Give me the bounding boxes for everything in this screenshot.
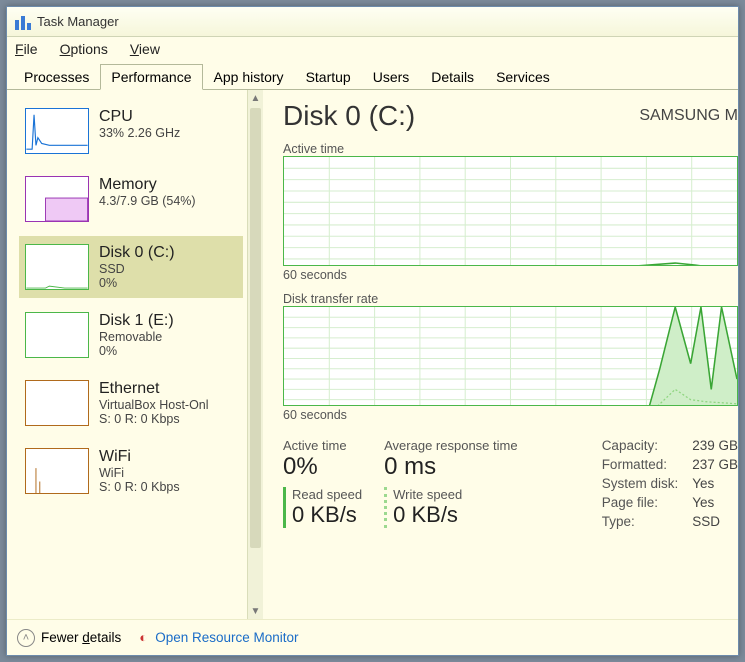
sidebar-scrollbar[interactable]: ▲ ▼ — [247, 90, 263, 619]
sidebar-item-stat: 4.3/7.9 GB (54%) — [99, 194, 196, 208]
app-window: Task Manager File Options View Processes… — [6, 6, 739, 656]
tab-performance[interactable]: Performance — [100, 64, 202, 90]
read-speed-value: 0 KB/s — [292, 502, 362, 528]
sidebar-item-stat: VirtualBox Host-Onl — [99, 398, 209, 412]
sidebar-item-label: CPU — [99, 108, 180, 126]
sidebar-item-stat2: 0% — [99, 276, 175, 290]
sidebar-item-label: Disk 0 (C:) — [99, 244, 175, 262]
sidebar-item-label: WiFi — [99, 448, 180, 466]
tab-details[interactable]: Details — [420, 64, 485, 90]
disk0-thumb — [25, 244, 89, 290]
prop-key: Type: — [602, 514, 679, 529]
page-title: Disk 0 (C:) — [283, 100, 415, 132]
wifi-thumb — [25, 448, 89, 494]
menu-options[interactable]: Options — [60, 41, 108, 57]
prop-key: Capacity: — [602, 438, 679, 453]
footer: ˄ Fewer details ◐ Open Resource Monitor — [7, 619, 738, 655]
menu-file[interactable]: File — [15, 41, 38, 57]
sidebar-item-stat: Removable — [99, 330, 174, 344]
tab-users[interactable]: Users — [362, 64, 421, 90]
sidebar-item-disk1[interactable]: Disk 1 (E:) Removable 0% — [19, 304, 243, 366]
sidebar-item-stat2: S: 0 R: 0 Kbps — [99, 480, 180, 494]
prop-val: 237 GB — [692, 457, 738, 472]
prop-val: Yes — [692, 495, 738, 510]
chevron-up-icon[interactable]: ˄ — [17, 629, 35, 647]
prop-key: Formatted: — [602, 457, 679, 472]
scroll-down-icon[interactable]: ▼ — [248, 603, 263, 619]
tab-app-history[interactable]: App history — [203, 64, 295, 90]
sidebar-item-stat: 33% 2.26 GHz — [99, 126, 180, 140]
prop-val: Yes — [692, 476, 738, 491]
avg-response-value: 0 ms — [384, 453, 517, 481]
open-resource-monitor-link[interactable]: ◐ Open Resource Monitor — [139, 630, 298, 645]
app-icon — [15, 14, 31, 30]
menu-view[interactable]: View — [130, 41, 160, 57]
cpu-thumb — [25, 108, 89, 154]
chart1-axis: 60 seconds — [283, 268, 738, 282]
chart-active-time[interactable] — [283, 156, 738, 266]
chart-transfer-rate[interactable] — [283, 306, 738, 406]
prop-key: System disk: — [602, 476, 679, 491]
menubar: File Options View — [7, 37, 738, 61]
prop-val: 239 GB — [692, 438, 738, 453]
chart2-axis: 60 seconds — [283, 408, 738, 422]
avg-response-label: Average response time — [384, 438, 517, 453]
active-time-label: Active time — [283, 438, 362, 453]
active-time-value: 0% — [283, 453, 362, 481]
sidebar-item-wifi[interactable]: WiFi WiFi S: 0 R: 0 Kbps — [19, 440, 243, 502]
chart1-label: Active time — [283, 142, 738, 156]
titlebar[interactable]: Task Manager — [7, 7, 738, 37]
sidebar-item-stat2: S: 0 R: 0 Kbps — [99, 412, 209, 426]
sidebar-item-stat2: 0% — [99, 344, 174, 358]
tab-processes[interactable]: Processes — [13, 64, 100, 90]
tab-startup[interactable]: Startup — [295, 64, 362, 90]
sidebar-item-cpu[interactable]: CPU 33% 2.26 GHz — [19, 100, 243, 162]
sidebar-item-ethernet[interactable]: Ethernet VirtualBox Host-Onl S: 0 R: 0 K… — [19, 372, 243, 434]
fewer-details-link[interactable]: Fewer details — [41, 630, 121, 645]
resource-monitor-icon: ◐ — [139, 630, 147, 645]
disk-properties: Capacity: 239 GB Formatted: 237 GB Syste… — [602, 438, 738, 529]
sidebar-item-label: Ethernet — [99, 380, 209, 398]
disk1-thumb — [25, 312, 89, 358]
tab-services[interactable]: Services — [485, 64, 561, 90]
scroll-thumb[interactable] — [250, 108, 261, 548]
sidebar-item-stat: WiFi — [99, 466, 180, 480]
chart2-label: Disk transfer rate — [283, 292, 738, 306]
sidebar-item-label: Memory — [99, 176, 196, 194]
sidebar-item-memory[interactable]: Memory 4.3/7.9 GB (54%) — [19, 168, 243, 230]
sidebar: CPU 33% 2.26 GHz Memory 4.3/7.9 GB (54%) — [7, 90, 247, 619]
main-panel: Disk 0 (C:) SAMSUNG M Active time 60 sec… — [263, 90, 738, 619]
metrics: Active time 0% Read speed 0 KB/s Average… — [283, 438, 738, 529]
scroll-up-icon[interactable]: ▲ — [248, 90, 263, 106]
write-speed-value: 0 KB/s — [393, 502, 462, 528]
body: CPU 33% 2.26 GHz Memory 4.3/7.9 GB (54%) — [7, 90, 738, 619]
sidebar-item-label: Disk 1 (E:) — [99, 312, 174, 330]
tabstrip: Processes Performance App history Startu… — [7, 61, 738, 90]
read-speed-label: Read speed — [292, 487, 362, 502]
device-model: SAMSUNG M — [639, 107, 738, 125]
open-resource-monitor-label: Open Resource Monitor — [155, 630, 298, 645]
prop-val: SSD — [692, 514, 738, 529]
memory-thumb — [25, 176, 89, 222]
menu-file-label: ile — [24, 41, 38, 57]
ethernet-thumb — [25, 380, 89, 426]
prop-key: Page file: — [602, 495, 679, 510]
write-speed-label: Write speed — [393, 487, 462, 502]
sidebar-item-stat: SSD — [99, 262, 175, 276]
sidebar-item-disk0[interactable]: Disk 0 (C:) SSD 0% — [19, 236, 243, 298]
window-title: Task Manager — [37, 14, 119, 29]
